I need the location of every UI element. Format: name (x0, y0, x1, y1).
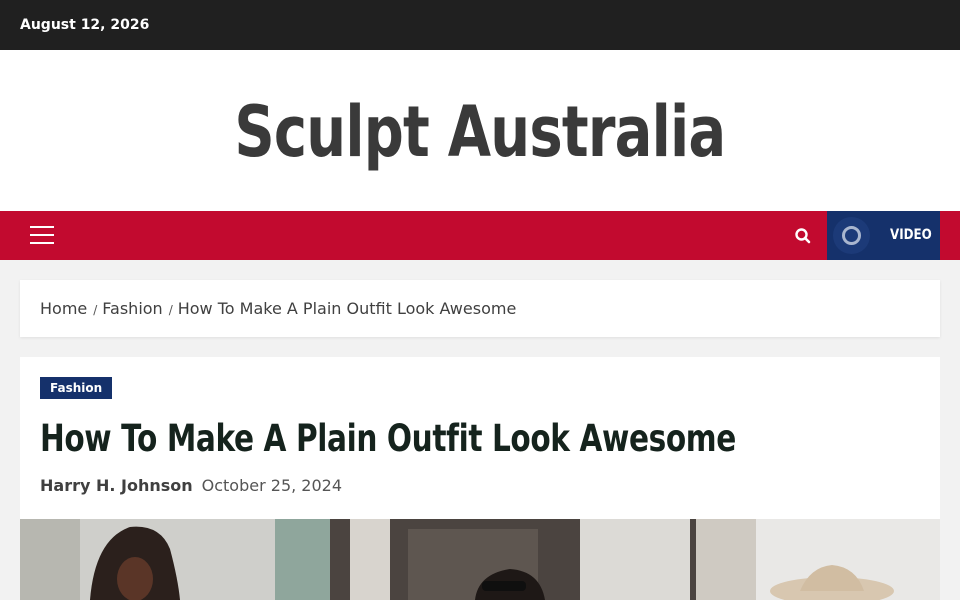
article-card: Fashion How To Make A Plain Outfit Look … (20, 357, 940, 600)
article-author[interactable]: Harry H. Johnson (40, 476, 193, 495)
article-date: October 25, 2024 (201, 476, 343, 495)
breadcrumb: Home / Fashion / How To Make A Plain Out… (20, 280, 940, 337)
site-title[interactable]: Sculpt Australia (234, 91, 726, 173)
masthead: Sculpt Australia (0, 50, 960, 211)
article-meta: Harry H. Johnson October 25, 2024 (40, 476, 342, 495)
breadcrumb-separator: / (93, 302, 98, 317)
breadcrumb-fashion[interactable]: Fashion (102, 299, 162, 318)
video-label: VIDEO (890, 227, 932, 243)
video-ring-inner (842, 226, 861, 245)
hamburger-menu-icon[interactable] (30, 225, 54, 245)
top-bar: August 12, 2026 (0, 0, 960, 50)
current-date: August 12, 2026 (20, 17, 150, 33)
main-navigation: VIDEO (0, 211, 960, 260)
breadcrumb-home[interactable]: Home (40, 299, 87, 318)
featured-image (20, 519, 940, 600)
video-button[interactable]: VIDEO (827, 211, 940, 260)
breadcrumb-current: How To Make A Plain Outfit Look Awesome (177, 299, 517, 318)
category-badge[interactable]: Fashion (40, 377, 113, 399)
article-title: How To Make A Plain Outfit Look Awesome (40, 417, 736, 460)
search-icon[interactable] (790, 223, 816, 249)
breadcrumb-separator: / (168, 302, 173, 317)
